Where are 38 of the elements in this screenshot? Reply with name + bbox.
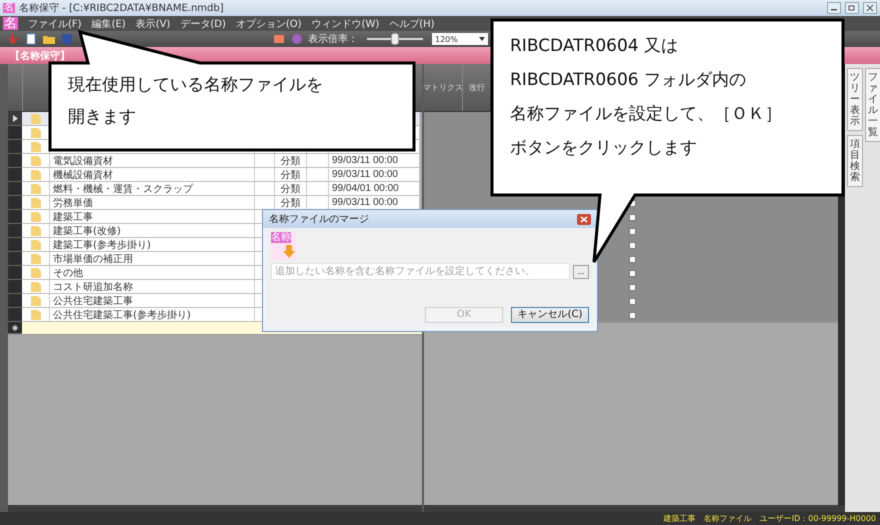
kind-cell: 分類 [275, 196, 307, 210]
date-cell: 99/03/11 00:00 [329, 168, 420, 182]
callout-text: ボタンをクリックします [510, 138, 697, 158]
date-cell: 99/03/11 00:00 [329, 196, 420, 210]
status-text: 名称ファイル [704, 513, 752, 524]
name-cell: 公共住宅建築工事(参考歩掛り) [50, 308, 255, 322]
status-text: 建築工事 [664, 513, 696, 524]
kind-cell: 分類 [275, 168, 307, 182]
date-cell: 99/04/01 00:00 [329, 182, 420, 196]
name-cell: 市場単価の補正用 [50, 252, 255, 266]
window-title: 名称保守 - [C:¥RIBC2DATA¥BNAME.nmdb] [19, 2, 225, 15]
file-icon: 名称 [271, 232, 297, 260]
name-cell: 公共住宅建築工事 [50, 294, 255, 308]
zoom-label: 表示倍率： [308, 32, 358, 46]
status-text: ユーザーID：00-99999-H0000 [760, 513, 876, 524]
callout-text: 開きます [68, 107, 136, 127]
name-cell: 建築工事(改修) [50, 224, 255, 238]
section-title: 【名称保守】 [10, 49, 70, 62]
app-logo: 名 [3, 17, 18, 30]
name-cell: 電気設備資材 [50, 154, 255, 168]
app-icon: 名 [3, 3, 15, 13]
name-cell: 建築工事(参考歩掛り) [50, 238, 255, 252]
name-cell: コスト研追加名称 [50, 280, 255, 294]
name-cell: 機械設備資材 [50, 168, 255, 182]
name-cell: 燃料・機械・運賃・スクラップ [50, 182, 255, 196]
callout-text: RIBCDATR0604 又は [510, 36, 678, 56]
name-cell: 建築工事 [50, 210, 255, 224]
name-cell: 労務単価 [50, 196, 255, 210]
date-cell: 99/03/11 00:00 [329, 154, 420, 168]
kind-cell: 分類 [275, 182, 307, 196]
callout-text: RIBCDATR0606 フォルダ内の [510, 70, 746, 90]
dialog-title: 名称ファイルのマージ [269, 213, 369, 226]
kind-cell: 分類 [275, 154, 307, 168]
column-header: マトリクス [423, 82, 463, 93]
column-header: 改行 [469, 82, 485, 93]
callout-text: 名称ファイルを設定して、［ＯＫ］ [510, 104, 782, 124]
name-cell: その他 [50, 266, 255, 280]
callout-text: 現在使用している名称ファイルを [68, 75, 323, 95]
